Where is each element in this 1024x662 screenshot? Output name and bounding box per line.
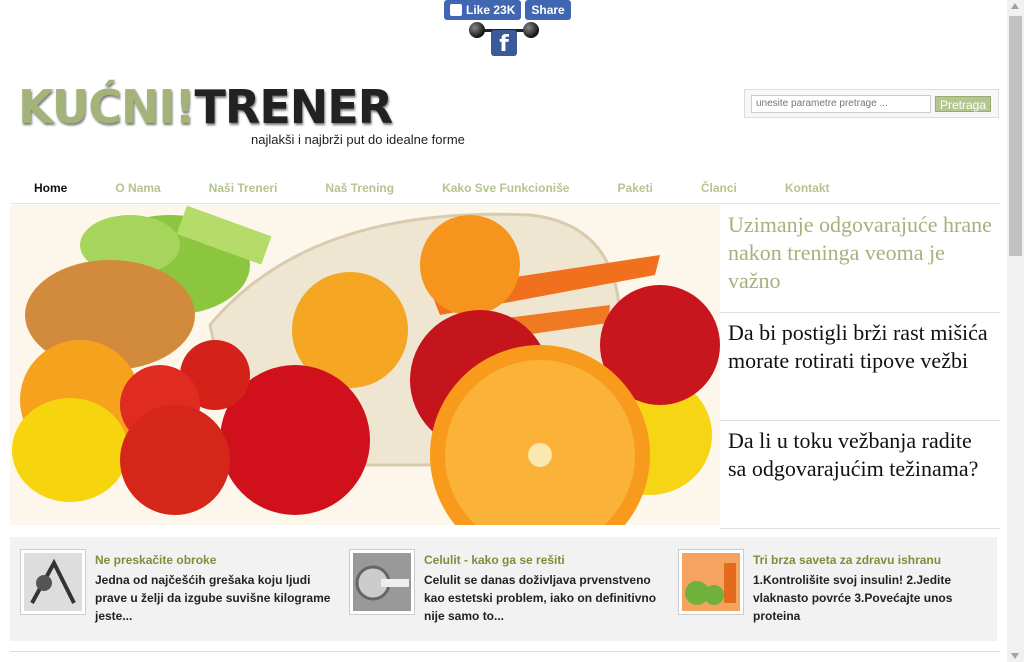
- search-box: Pretraga: [744, 89, 999, 118]
- facebook-share-button[interactable]: Share: [525, 0, 571, 20]
- facebook-icon: f: [491, 30, 517, 57]
- kettlebell-icon: [682, 553, 740, 611]
- nav-item-home[interactable]: Home: [10, 181, 91, 195]
- main-nav: Home O Nama Naši Treneri Naš Trening Kak…: [10, 172, 1000, 204]
- logo-part1: KUĆNI!: [18, 80, 196, 134]
- gym-equipment-icon: [24, 553, 82, 611]
- featured-article[interactable]: Da bi postigli brži rast mišića morate r…: [720, 313, 1000, 421]
- article-card[interactable]: Tri brza saveta za zdravu ishranu 1.Kont…: [668, 549, 997, 641]
- facebook-like-button[interactable]: Like 23K: [444, 0, 522, 20]
- article-card[interactable]: Ne preskačite obroke Jedna od najčešćih …: [10, 549, 339, 641]
- card-thumbnail[interactable]: [349, 549, 415, 615]
- tagline: najlakši i najbrži put do idealne forme: [251, 132, 465, 147]
- fruit-illustration: [10, 205, 720, 525]
- scrollbar-thumb[interactable]: [1009, 16, 1022, 256]
- card-text: 1.Kontrolišite svoj insulin! 2.Jedite vl…: [753, 573, 953, 623]
- page: Like 23K Share f KUĆNI! TRENER najlakši …: [0, 0, 1024, 662]
- site-logo[interactable]: KUĆNI! TRENER: [18, 80, 394, 134]
- featured-articles: Uzimanje odgovarajuće hrane nakon trenin…: [720, 205, 1000, 529]
- nav-item-clanci[interactable]: Članci: [677, 181, 761, 195]
- scroll-down-icon[interactable]: [1011, 653, 1019, 659]
- facebook-bar: Like 23K Share: [444, 0, 571, 20]
- footer-divider: [10, 651, 1000, 652]
- card-thumbnail[interactable]: [20, 549, 86, 615]
- facebook-dumbbell-icon[interactable]: f: [469, 20, 539, 60]
- featured-article[interactable]: Da li u toku vežbanja radite sa odgovara…: [720, 421, 1000, 529]
- dumbbell-icon: [353, 553, 411, 611]
- card-thumbnail[interactable]: [678, 549, 744, 615]
- card-title[interactable]: Ne preskačite obroke: [95, 553, 339, 567]
- card-title[interactable]: Tri brza saveta za zdravu ishranu: [753, 553, 997, 567]
- nav-item-o-nama[interactable]: O Nama: [91, 181, 184, 195]
- nav-item-nasi-treneri[interactable]: Naši Treneri: [185, 181, 302, 195]
- nav-item-nas-trening[interactable]: Naš Trening: [301, 181, 418, 195]
- scroll-up-icon[interactable]: [1011, 3, 1019, 9]
- card-text: Celulit se danas doživljava prvenstveno …: [424, 573, 657, 623]
- article-cards: Ne preskačite obroke Jedna od najčešćih …: [10, 537, 997, 641]
- share-label: Share: [531, 3, 565, 17]
- scrollbar[interactable]: [1007, 0, 1024, 662]
- nav-item-kontakt[interactable]: Kontakt: [761, 181, 854, 195]
- nav-item-kako-sve-funkcionise[interactable]: Kako Sve Funkcioniše: [418, 181, 593, 195]
- search-button[interactable]: Pretraga: [935, 95, 992, 112]
- featured-article[interactable]: Uzimanje odgovarajuće hrane nakon trenin…: [720, 205, 1000, 313]
- article-card[interactable]: Celulit - kako ga se rešiti Celulit se d…: [339, 549, 668, 641]
- nav-item-paketi[interactable]: Paketi: [593, 181, 676, 195]
- card-text: Jedna od najčešćih grešaka koju ljudi pr…: [95, 573, 331, 623]
- like-label: Like 23K: [466, 3, 516, 17]
- thumbs-up-icon: [450, 4, 462, 16]
- card-title[interactable]: Celulit - kako ga se rešiti: [424, 553, 668, 567]
- search-input[interactable]: [751, 94, 931, 113]
- logo-part2: TRENER: [194, 80, 394, 134]
- hero-fruit-image[interactable]: [10, 205, 720, 525]
